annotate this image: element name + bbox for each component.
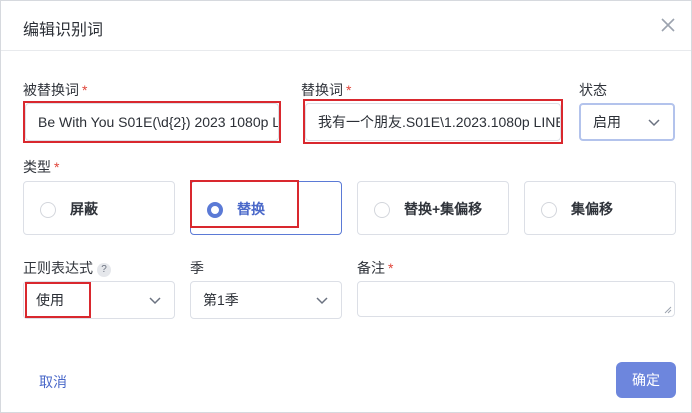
status-select[interactable]: 启用	[579, 103, 675, 141]
required-mark: *	[346, 82, 352, 98]
replaced-word-input[interactable]: Be With You S01E(\d{2}) 2023 1080p LIN	[25, 103, 279, 141]
replaced-word-label: 被替换词 *	[23, 82, 88, 98]
radio-button	[541, 202, 557, 218]
help-icon[interactable]: ?	[97, 263, 111, 277]
dialog-title: 编辑识别词	[23, 22, 104, 39]
chevron-down-icon	[149, 297, 161, 305]
cancel-button[interactable]: 取消	[39, 372, 67, 392]
required-mark: *	[388, 260, 394, 276]
regex-label: 正则表达式?	[23, 258, 111, 278]
type-option-label: 替换	[237, 201, 265, 217]
resize-handle-icon[interactable]	[664, 306, 672, 314]
type-option-label: 屏蔽	[70, 201, 98, 217]
type-option-replace-offset[interactable]: 替换+集偏移	[357, 181, 509, 235]
required-mark: *	[82, 82, 88, 98]
season-label: 季	[190, 260, 204, 276]
chevron-down-icon	[316, 297, 328, 305]
regex-select[interactable]: 使用	[23, 281, 175, 319]
season-value: 第1季	[203, 292, 239, 308]
required-mark: *	[54, 159, 60, 175]
replace-word-label: 替换词 *	[301, 82, 352, 98]
note-textarea[interactable]	[357, 281, 675, 317]
edit-recognition-word-dialog: 编辑识别词 被替换词 * 替换词 * 状态 Be With You S01E(\d{…	[0, 0, 692, 413]
radio-button	[40, 202, 56, 218]
status-value: 启用	[593, 114, 621, 130]
type-option-offset[interactable]: 集偏移	[524, 181, 676, 235]
note-label: 备注 *	[357, 260, 394, 276]
radio-button-selected	[207, 202, 223, 218]
status-label: 状态	[579, 82, 607, 98]
type-label: 类型 *	[23, 159, 60, 175]
confirm-button[interactable]: 确定	[616, 362, 676, 398]
type-option-block[interactable]: 屏蔽	[23, 181, 175, 235]
season-select[interactable]: 第1季	[190, 281, 342, 319]
type-option-label: 集偏移	[571, 201, 613, 217]
radio-button	[374, 202, 390, 218]
close-icon[interactable]	[657, 14, 679, 36]
replace-word-input[interactable]: 我有一个朋友.S01E\1.2023.1080p LINET	[305, 103, 561, 141]
chevron-down-icon	[648, 119, 660, 127]
regex-value: 使用	[36, 292, 64, 308]
type-option-replace[interactable]: 替换	[190, 181, 342, 235]
dialog-header: 编辑识别词	[1, 1, 691, 51]
type-option-label: 替换+集偏移	[404, 201, 483, 217]
